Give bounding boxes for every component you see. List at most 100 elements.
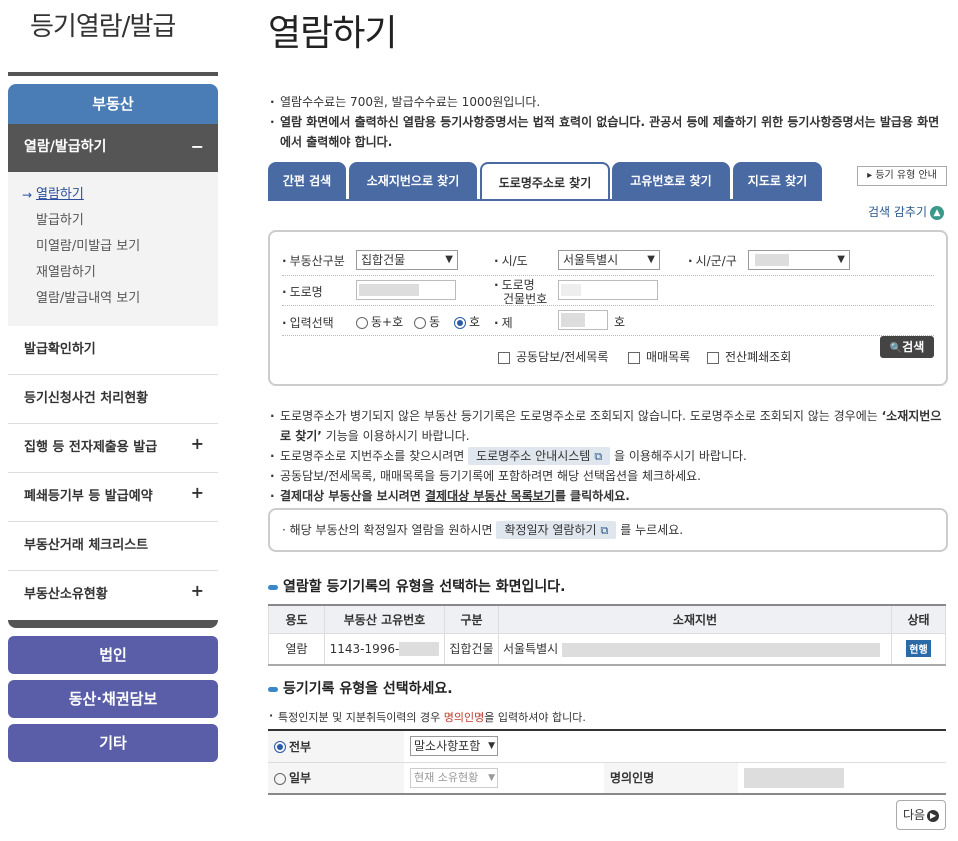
sidebar-menu-label: 등기신청사건 처리현황 [24,391,149,406]
section-title-text: 열람할 등기기록의 유형을 선택하는 화면입니다. [283,579,566,595]
row-divider [282,335,934,336]
sidebar-menu-status[interactable]: 등기신청사건 처리현황 [8,375,218,424]
collapse-minus-icon[interactable]: − [191,124,204,170]
sidebar-sub-unviewed[interactable]: 미열람/미발급 보기 [8,236,218,262]
sidebar-sub-review[interactable]: 재열람하기 [8,262,218,288]
pill-label: 확정일자 열람하기 [504,523,597,537]
section-title-text: 등기기록 유형을 선택하세요. [283,681,453,697]
row-divider [282,275,934,276]
external-link-icon: ⧉ [600,524,609,537]
sidebar-button-corporation[interactable]: 법인 [8,636,218,674]
radio-all-control[interactable]: 전부 [274,740,311,754]
sidebar-button-movable[interactable]: 동산·채권담보 [8,680,218,718]
owner-name-cell [738,762,946,795]
sidebar-menu-electronic[interactable]: 집행 등 전자제출용 발급 + [8,424,218,473]
road-name-input[interactable] [356,280,456,300]
collapse-search-toggle[interactable]: 검색 감추기 ▲ [868,203,945,220]
pill-label: 도로명주소 안내시스템 [476,449,591,463]
section-title-select-type: 등기기록 유형을 선택하세요. [268,678,453,698]
table-header-row: 용도 부동산 고유번호 구분 소재지번 상태 [268,604,946,634]
select-value: 말소사항포함 [414,739,481,754]
all-option-select[interactable]: 말소사항포함 ▼ [410,736,498,757]
sidebar-sub-history[interactable]: 열람/발급내역 보기 [8,288,218,314]
sidebar-menu-confirm[interactable]: 발급확인하기 [8,326,218,375]
blurred-value [755,254,789,266]
building-number-input[interactable] [558,280,658,300]
sidebar-menu-label: 집행 등 전자제출용 발급 [24,440,158,455]
tab-unique-number[interactable]: 고유번호로 찾기 [612,162,730,200]
type-guide-label: 등기 유형 안내 [875,170,937,181]
payment-list-link[interactable]: 결제대상 부동산 목록보기 [425,489,555,503]
radio-label: 호 [469,315,481,329]
tab-underline [268,199,822,201]
table-row: 일부 현재 소유현황 ▼ 명의인명 [268,762,946,795]
info-text: 도로명주소로 지번주소를 찾으시려면 [280,449,469,463]
part-option-cell: 현재 소유현황 ▼ [404,762,604,795]
radio-label: 일부 [289,771,312,786]
part-option-select[interactable]: 현재 소유현황 ▼ [410,767,498,788]
note-highlight: 명의인명 [443,711,485,724]
table-row[interactable]: 열람 1143-1996- 집합건물 서울특별시 현행 [268,632,946,666]
checkbox-icon [707,351,719,364]
tab-simple-search[interactable]: 간편 검색 [268,162,346,200]
sidebar-button-other[interactable]: 기타 [8,724,218,762]
tab-road-address[interactable]: 도로명주소로 찾기 [480,162,610,200]
expand-plus-icon[interactable]: + [191,469,204,517]
table-header: 소재지번 [498,604,892,634]
radio-dong-ho[interactable]: 동+호 [356,313,403,330]
info-line: 공동담보/전세목록, 매매목록을 등기기록에 포함하려면 해당 선택옵션을 체크… [268,466,948,486]
chevron-down-icon: ▼ [488,741,495,752]
type-guide-button[interactable]: ▸ 등기 유형 안내 [857,166,947,186]
sidebar-section-realestate[interactable]: 부동산 [8,84,218,124]
radio-all[interactable]: 전부 [268,730,404,763]
sidebar-group-view-issue[interactable]: 열람/발급하기 − [8,124,218,172]
search-button[interactable]: 🔍검색 [880,336,934,358]
tab-lot-number[interactable]: 소재지번으로 찾기 [349,162,477,200]
tab-map[interactable]: 지도로 찾기 [733,162,822,200]
owner-name-input[interactable] [744,767,844,788]
sidebar-menu-ownership[interactable]: 부동산소유현황 + [8,571,218,620]
sidebar-menu-checklist[interactable]: 부동산거래 체크리스트 [8,522,218,571]
checkbox-joint-collateral[interactable]: 공동담보/전세목록 [498,348,608,365]
row-divider [282,305,934,306]
unique-no-text: 1143-1996- [329,641,400,656]
sidebar-title: 등기열람/발급 [30,12,176,42]
sidebar-sub-view[interactable]: → 열람하기 [8,184,218,210]
sidebar-sub-issue[interactable]: 발급하기 [8,210,218,236]
info-text: 결제대상 부동산을 보시려면 [280,489,426,503]
cell-type: 집합건물 [444,632,499,666]
road-address-system-link[interactable]: 도로명주소 안내시스템 ⧉ [468,447,611,465]
chevron-up-icon: ▲ [930,205,945,220]
confirmed-date-link[interactable]: 확정일자 열람하기 ⧉ [496,521,617,539]
checkbox-label: 매매목록 [646,350,691,364]
sidebar-menu-closed[interactable]: 폐쇄등기부 등 발급예약 + [8,473,218,522]
checkbox-sales-list[interactable]: 매매목록 [628,348,690,365]
unit-input[interactable] [558,310,608,330]
sigungu-select[interactable]: ▼ [748,250,850,270]
info-line: 도로명주소로 지번주소를 찾으시려면 도로명주소 안내시스템⧉ 을 이용해주시기… [268,446,948,466]
checkbox-closed-record[interactable]: 전산폐쇄조회 [707,348,791,365]
table-header: 용도 [268,604,325,634]
radio-checked-icon [274,741,286,754]
select-value: 서울특별시 [563,253,619,267]
next-button[interactable]: 다음 ▶ [896,800,946,830]
unit-label: 제 [494,314,513,331]
sidebar-menu-label: 부동산거래 체크리스트 [24,538,149,553]
radio-circle-icon [356,316,368,329]
radio-dong[interactable]: 동 [414,313,440,330]
sidebar-submenu: → 열람하기 발급하기 미열람/미발급 보기 재열람하기 열람/발급내역 보기 [8,172,218,326]
radio-ho[interactable]: 호 [454,313,480,330]
radio-label: 동+호 [371,315,404,329]
property-type-select[interactable]: 집합건물 ▼ [356,250,458,270]
sigungu-label: 시/군/구 [688,252,737,269]
select-value: 집합건물 [361,253,406,267]
radio-circle-icon [274,772,286,785]
expand-plus-icon[interactable]: + [191,567,204,615]
sido-select[interactable]: 서울특별시 ▼ [558,250,660,270]
search-form: 부동산구분 집합건물▼ 시/도 서울특별시▼ 시/군/구 ▼ 도로명 도로명 건… [268,230,948,386]
sidebar-menu-label: 부동산소유현황 [24,587,108,602]
unit-suffix: 호 [614,315,626,329]
radio-part[interactable]: 일부 [268,762,404,795]
expand-plus-icon[interactable]: + [191,420,204,468]
radio-part-control[interactable]: 일부 [274,771,311,785]
